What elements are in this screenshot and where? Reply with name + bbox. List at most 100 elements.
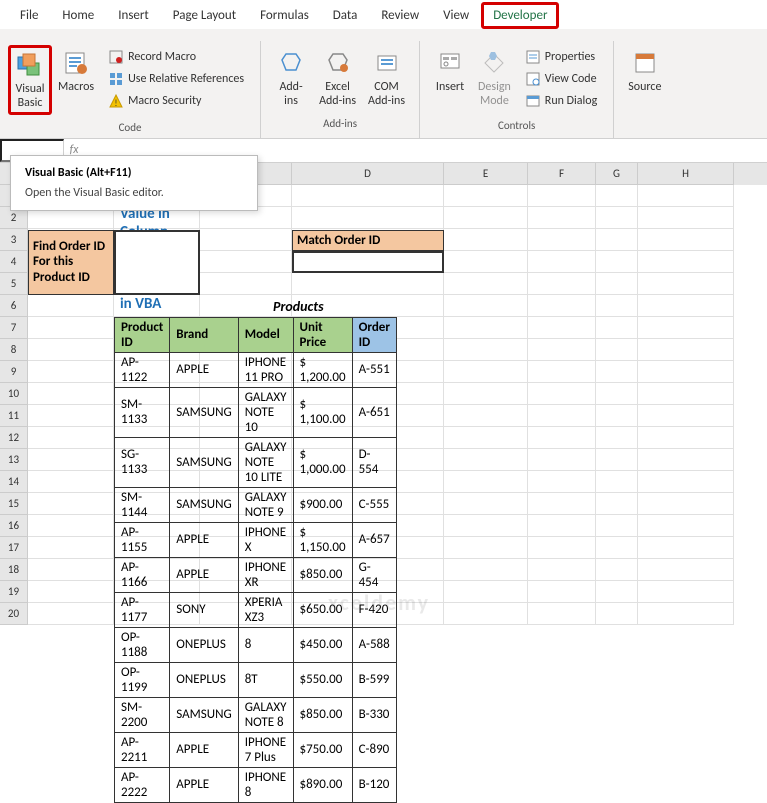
run-dialog-button[interactable]: Run Dialog: [521, 91, 601, 111]
cell[interactable]: [292, 361, 444, 383]
cell[interactable]: [200, 273, 292, 295]
cell[interactable]: [638, 559, 734, 581]
cell[interactable]: [292, 581, 444, 603]
tab-insert[interactable]: Insert: [106, 2, 161, 29]
cell[interactable]: [638, 427, 734, 449]
cell[interactable]: [528, 339, 596, 361]
cell[interactable]: [292, 273, 444, 295]
col-header[interactable]: H: [638, 163, 734, 185]
cell[interactable]: [528, 471, 596, 493]
com-addins-button[interactable]: COM Add-ins: [362, 45, 411, 111]
cell[interactable]: [596, 251, 638, 273]
cell[interactable]: [28, 229, 114, 251]
cell[interactable]: [200, 581, 292, 603]
cell[interactable]: [28, 251, 114, 273]
cell[interactable]: [292, 207, 444, 229]
cell[interactable]: [596, 427, 638, 449]
cell[interactable]: [596, 383, 638, 405]
cell[interactable]: [114, 603, 200, 625]
cell[interactable]: [528, 273, 596, 295]
row-header[interactable]: 9: [0, 361, 28, 383]
cell[interactable]: [292, 383, 444, 405]
cell[interactable]: [200, 559, 292, 581]
cell[interactable]: [114, 559, 200, 581]
cell[interactable]: [528, 603, 596, 625]
cell[interactable]: [292, 185, 444, 207]
col-header[interactable]: E: [444, 163, 528, 185]
cell[interactable]: [28, 317, 114, 339]
cell[interactable]: [200, 229, 292, 251]
cell[interactable]: [444, 229, 528, 251]
cell[interactable]: [114, 317, 200, 339]
row-header[interactable]: 20: [0, 603, 28, 625]
row-header[interactable]: 3: [0, 229, 28, 251]
cell[interactable]: [638, 295, 734, 317]
cell[interactable]: [200, 383, 292, 405]
cell[interactable]: [292, 295, 444, 317]
record-macro-button[interactable]: Record Macro: [104, 47, 248, 67]
cell[interactable]: [444, 339, 528, 361]
cell[interactable]: [596, 405, 638, 427]
cell[interactable]: [28, 405, 114, 427]
visual-basic-button[interactable]: Visual Basic: [8, 45, 52, 115]
cell[interactable]: [638, 515, 734, 537]
cell[interactable]: [28, 581, 114, 603]
cell[interactable]: [528, 405, 596, 427]
cell[interactable]: [200, 339, 292, 361]
cell[interactable]: [292, 603, 444, 625]
cell[interactable]: [638, 471, 734, 493]
design-mode-button[interactable]: Design Mode: [472, 45, 517, 111]
cell[interactable]: [444, 427, 528, 449]
properties-button[interactable]: Properties: [521, 47, 601, 67]
row-header[interactable]: 14: [0, 471, 28, 493]
cell[interactable]: [528, 515, 596, 537]
cell[interactable]: [596, 185, 638, 207]
tab-file[interactable]: File: [8, 2, 50, 29]
cell[interactable]: [114, 383, 200, 405]
cell[interactable]: [114, 251, 200, 273]
cell[interactable]: [444, 317, 528, 339]
macro-security-button[interactable]: ! Macro Security: [104, 91, 248, 111]
cell[interactable]: [444, 207, 528, 229]
cell[interactable]: [596, 273, 638, 295]
cell[interactable]: [200, 427, 292, 449]
cell[interactable]: [114, 493, 200, 515]
cell[interactable]: [114, 339, 200, 361]
cell[interactable]: [114, 295, 200, 317]
cell[interactable]: [528, 317, 596, 339]
cell[interactable]: [444, 251, 528, 273]
cell[interactable]: [638, 273, 734, 295]
cell[interactable]: [444, 493, 528, 515]
cell[interactable]: [596, 559, 638, 581]
row-header[interactable]: 7: [0, 317, 28, 339]
tab-review[interactable]: Review: [369, 2, 431, 29]
col-header[interactable]: F: [528, 163, 596, 185]
macros-button[interactable]: Macros: [52, 45, 100, 97]
row-header[interactable]: 13: [0, 449, 28, 471]
cell[interactable]: [528, 427, 596, 449]
cell[interactable]: [444, 273, 528, 295]
col-header[interactable]: G: [596, 163, 638, 185]
insert-button[interactable]: Insert: [428, 45, 472, 97]
cell[interactable]: [444, 405, 528, 427]
cell[interactable]: [596, 339, 638, 361]
cell[interactable]: [28, 471, 114, 493]
cell[interactable]: [200, 405, 292, 427]
row-header[interactable]: 8: [0, 339, 28, 361]
cell[interactable]: [528, 295, 596, 317]
cell[interactable]: [528, 581, 596, 603]
cell[interactable]: [28, 449, 114, 471]
cell[interactable]: [200, 537, 292, 559]
cell[interactable]: [596, 361, 638, 383]
row-header[interactable]: 10: [0, 383, 28, 405]
cell[interactable]: [114, 449, 200, 471]
row-header[interactable]: 15: [0, 493, 28, 515]
row-header[interactable]: 12: [0, 427, 28, 449]
cell[interactable]: [200, 515, 292, 537]
cell[interactable]: [638, 449, 734, 471]
cell[interactable]: [528, 383, 596, 405]
cell[interactable]: [638, 537, 734, 559]
cell[interactable]: [292, 339, 444, 361]
cell[interactable]: [292, 515, 444, 537]
cell[interactable]: [28, 559, 114, 581]
